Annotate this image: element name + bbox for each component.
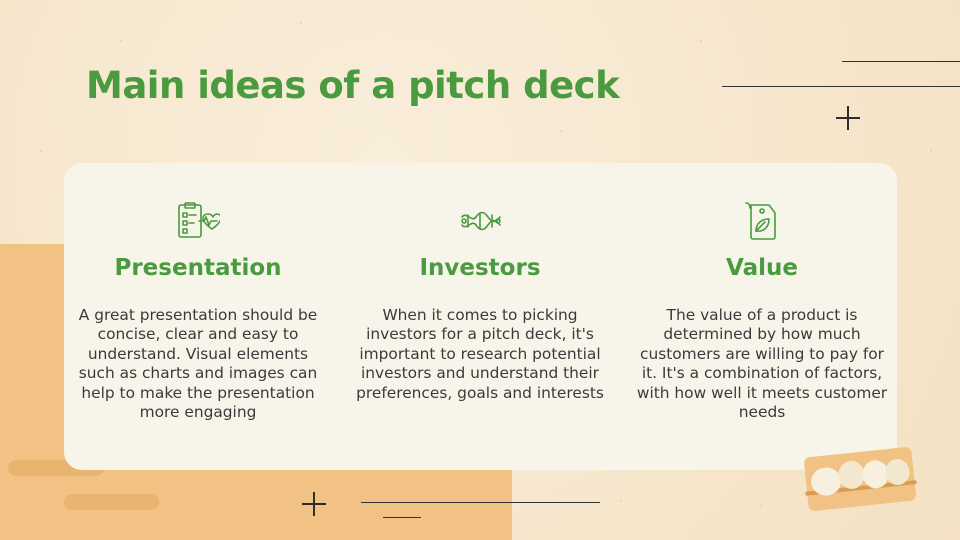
background-speck [620,500,622,502]
background-speck [930,150,932,152]
decorative-line [842,61,960,62]
content-card: Presentation A great presentation should… [64,163,897,470]
column-text: A great presentation should be concise, … [78,306,318,422]
background-speck [760,505,762,507]
column-heading: Investors [419,255,541,281]
plus-icon [302,492,326,516]
background-speck [40,150,42,152]
background-speck [120,40,122,42]
column-text: When it comes to picking investors for a… [356,306,604,402]
decorative-line [361,502,600,503]
slide-canvas: Main ideas of a pitch deck Presentation … [0,0,960,540]
clipboard-heartbeat-icon [178,202,220,238]
background-speck [560,130,562,132]
column-heading: Presentation [114,255,282,281]
egg-carton-illustration [804,447,917,511]
decorative-line [383,517,421,518]
background-speck [700,40,702,42]
slide-title: Main ideas of a pitch deck [86,64,620,107]
eco-tag-icon [745,202,776,240]
virus-molecule-icon [461,211,501,231]
plus-icon [836,106,860,130]
column-text: The value of a product is determined by … [636,306,888,422]
column-heading: Value [726,255,798,281]
decorative-line [722,86,960,87]
background-speck [300,22,302,24]
decorative-pill [64,494,159,510]
